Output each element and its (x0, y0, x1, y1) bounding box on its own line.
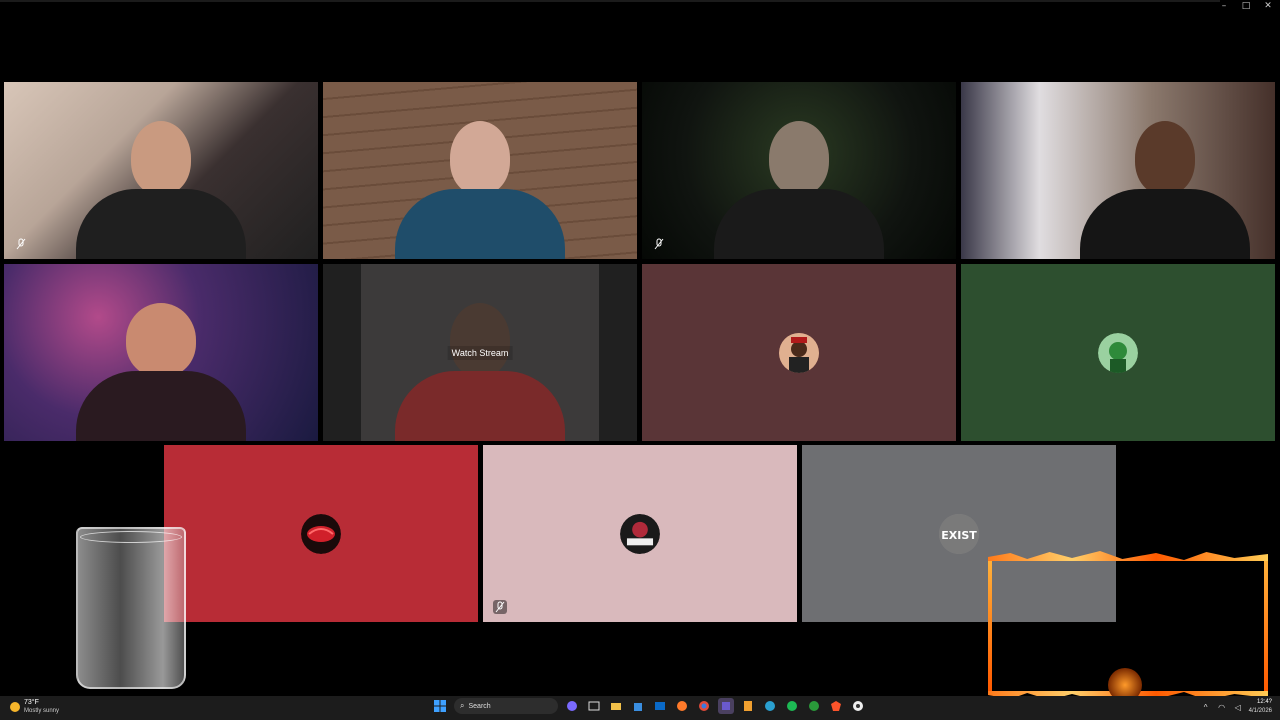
avatar-tile-4[interactable] (483, 445, 797, 622)
avatar-tile-3[interactable] (164, 445, 478, 622)
search-label: Search (468, 702, 491, 710)
participant-silhouette (395, 121, 565, 259)
minimize-button[interactable]: – (1218, 0, 1230, 12)
participant-silhouette (714, 121, 884, 259)
chevron-up-icon[interactable]: ^ (1201, 702, 1211, 712)
volume-icon[interactable]: ◁ (1233, 702, 1243, 712)
weather-widget[interactable]: 73°F Mostly sunny (10, 698, 59, 716)
video-tile-cam1[interactable] (4, 82, 318, 259)
taskbar-search[interactable]: ⌕ Search (454, 698, 558, 714)
sun-icon (10, 702, 20, 712)
participant-silhouette (1080, 121, 1251, 259)
participant-avatar: EXIST (939, 513, 979, 554)
mic-muted-icon (493, 600, 507, 614)
chrome-icon[interactable] (696, 698, 712, 714)
glass-overlay (76, 527, 186, 689)
window-controls: – □ ✕ (1218, 0, 1274, 12)
participant-silhouette (76, 303, 246, 441)
participant-avatar (1098, 332, 1138, 373)
close-button[interactable]: ✕ (1262, 0, 1274, 12)
xbox-icon[interactable] (806, 698, 822, 714)
system-tray: ^ ◠ ◁ 12:4? 4/1/2026 (1201, 698, 1272, 716)
video-tile-cam2[interactable] (323, 82, 637, 259)
firefox-icon[interactable] (674, 698, 690, 714)
weather-temperature: 73°F (24, 699, 39, 706)
flame-right-decoration (1264, 561, 1268, 691)
taskbar-clock[interactable]: 12:4? 4/1/2026 (1249, 698, 1272, 716)
video-tile-cam5[interactable] (4, 264, 318, 441)
clock-date: 4/1/2026 (1248, 708, 1272, 714)
avatar-tile-2[interactable] (961, 264, 1275, 441)
clock-time: 12:4? (1256, 699, 1272, 705)
windows-taskbar: 73°F Mostly sunny ⌕ Search ^ ◠ ◁ 12:4? 4… (0, 696, 1280, 720)
exist-logo-icon: EXIST (939, 513, 979, 554)
video-tile-cam3[interactable] (642, 82, 956, 259)
outlook-icon[interactable] (652, 698, 668, 714)
edge-icon[interactable] (762, 698, 778, 714)
participant-avatar (301, 513, 341, 554)
mic-muted-icon (14, 237, 28, 251)
mic-muted-icon (652, 237, 666, 251)
participant-silhouette (76, 121, 246, 259)
exist-logo-text: EXIST (941, 529, 977, 542)
obs-icon[interactable] (850, 698, 866, 714)
copilot-icon[interactable] (564, 698, 580, 714)
wifi-icon[interactable]: ◠ (1217, 702, 1227, 712)
flame-left-decoration (988, 561, 992, 691)
watch-stream-button[interactable]: Watch Stream (447, 345, 513, 360)
video-tile-cam4[interactable] (961, 82, 1275, 259)
store-icon[interactable] (630, 698, 646, 714)
streamer-silhouette (395, 303, 565, 441)
files-icon[interactable] (740, 698, 756, 714)
stream-tile[interactable]: Watch Stream (323, 264, 637, 441)
desktop-screen: – □ ✕ Watch Stream EXIST 73°F Mostly sun… (0, 0, 1280, 720)
taskbar-apps: ⌕ Search (432, 698, 866, 714)
participant-avatar (779, 332, 819, 373)
search-icon: ⌕ (460, 701, 465, 710)
brave-icon[interactable] (828, 698, 844, 714)
flame-top-decoration (988, 551, 1268, 561)
window-top-border (0, 0, 1220, 2)
maximize-button[interactable]: □ (1240, 0, 1252, 12)
teams-icon[interactable] (718, 698, 734, 714)
weather-condition: Mostly sunny (24, 708, 60, 714)
avatar-tile-1[interactable] (642, 264, 956, 441)
participant-avatar (620, 513, 660, 554)
file-explorer-icon[interactable] (608, 698, 624, 714)
task-view-icon[interactable] (586, 698, 602, 714)
spotify-icon[interactable] (784, 698, 800, 714)
start-icon[interactable] (432, 698, 448, 714)
